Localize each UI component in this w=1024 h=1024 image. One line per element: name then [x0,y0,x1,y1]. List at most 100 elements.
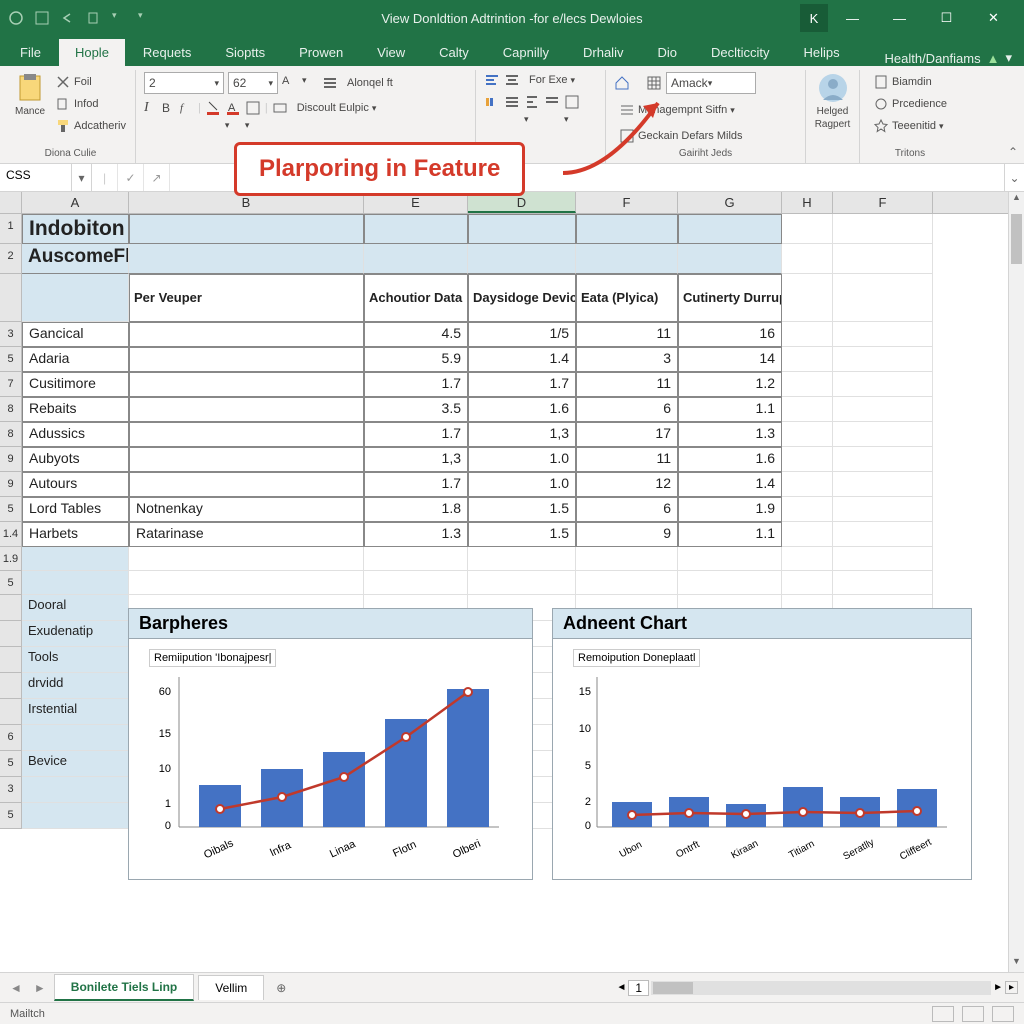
font-name-select[interactable]: 2▾ [144,72,224,94]
view-break-icon[interactable] [992,1006,1014,1022]
decrease-font-icon[interactable]: ▾ [302,75,318,91]
underline-icon[interactable]: f [180,102,194,114]
cell[interactable] [129,244,364,274]
font-size-select[interactable]: 62▾ [228,72,278,94]
cell[interactable] [129,472,364,497]
cell[interactable] [833,547,933,571]
qa-dropdown-icon[interactable]: ▾ [112,10,128,26]
cell[interactable] [364,571,468,595]
cell[interactable] [833,422,933,447]
tab-sioptts[interactable]: Sioptts [209,39,281,66]
infod-button[interactable]: Infod [50,94,131,114]
cell[interactable]: 6 [576,397,678,422]
minimize-icon[interactable]: — [830,4,875,32]
cell[interactable] [833,274,933,322]
cell[interactable]: Rebaits [22,397,129,422]
cell[interactable] [576,244,678,274]
precid-button[interactable]: Prcedience [868,94,952,114]
cell[interactable] [129,571,364,595]
cell[interactable]: Adussics [22,422,129,447]
align-icon[interactable] [322,75,338,91]
cell[interactable] [833,214,933,244]
cell[interactable]: 1.6 [468,397,576,422]
row-header[interactable] [0,621,22,647]
cell[interactable]: 1.5 [468,522,576,547]
cell[interactable]: Gancical [22,322,129,347]
cell[interactable]: Achoutior Data [364,274,468,322]
view-normal-icon[interactable] [932,1006,954,1022]
sheet-add-icon[interactable]: ⊕ [268,981,294,995]
cell[interactable]: 11 [576,447,678,472]
cell[interactable]: 9 [576,522,678,547]
col-header[interactable]: A [22,192,129,213]
fill-color-icon[interactable] [205,100,221,116]
row-header[interactable] [0,274,22,322]
row-header[interactable]: 8 [0,397,22,422]
alongel-button[interactable]: Alonqel ft [342,75,398,91]
row-header[interactable]: 9 [0,472,22,497]
cell[interactable] [129,372,364,397]
forexe-button[interactable]: For Exe [524,72,580,88]
cell[interactable] [129,447,364,472]
cell[interactable]: 1,3 [364,447,468,472]
tab-declticcity[interactable]: Declticcity [695,39,786,66]
cell[interactable] [678,214,782,244]
cell[interactable] [468,244,576,274]
cell[interactable]: Cusitimore [22,372,129,397]
horizontal-scrollbar[interactable]: ◄ 1 ► ▸ [616,980,1018,996]
cell[interactable]: 3 [576,347,678,372]
cell[interactable] [782,244,833,274]
teesntd-button[interactable]: Teeenitid [868,116,949,136]
row-header[interactable]: 1.9 [0,547,22,571]
cell[interactable]: Eata (Plyica) [576,274,678,322]
fx-icon[interactable]: ↗ [144,164,170,191]
tab-calty[interactable]: Calty [423,39,485,66]
cell[interactable]: 1,3 [468,422,576,447]
select-all-corner[interactable] [0,192,22,213]
cell[interactable] [22,777,129,803]
cell[interactable]: 4.5 [364,322,468,347]
hscroll-left-icon[interactable]: ◄ [616,982,626,993]
cell[interactable] [782,497,833,522]
discount-button[interactable]: Discoult Eulpic [292,100,382,116]
row-header[interactable]: 9 [0,447,22,472]
maximize-icon[interactable]: ☐ [924,4,969,32]
vertical-scrollbar[interactable]: ▲ ▼ [1008,192,1024,972]
cell[interactable]: Exudenatip [22,621,129,647]
cell[interactable]: 1.4 [468,347,576,372]
cell[interactable]: 1.9 [678,497,782,522]
cell[interactable]: 1.1 [678,397,782,422]
tab-file[interactable]: File [4,39,57,66]
biamdn-button[interactable]: Biamdin [868,72,937,92]
cell[interactable] [364,214,468,244]
cell[interactable]: 1.2 [678,372,782,397]
cell[interactable]: 17 [576,422,678,447]
row-header[interactable]: 1.4 [0,522,22,547]
align-mid-icon[interactable] [504,72,520,88]
qa-dropdown2-icon[interactable]: ▾ [138,10,154,26]
cell[interactable]: 1.1 [678,522,782,547]
foil-button[interactable]: Foil [50,72,131,92]
autosave-icon[interactable] [8,10,24,26]
cell[interactable]: Aubyots [22,447,129,472]
chevron-down-icon[interactable]: ▾ [1005,50,1012,66]
row-header[interactable]: 3 [0,777,22,803]
tab-capnilly[interactable]: Capnilly [487,39,565,66]
merge-icon[interactable] [272,100,288,116]
cell[interactable]: 1.0 [468,447,576,472]
cancel-formula-icon[interactable]: | [92,164,118,191]
cell[interactable]: Irstential [22,699,129,725]
redo-icon[interactable] [86,10,102,26]
cell[interactable] [576,547,678,571]
cell[interactable]: 1.8 [364,497,468,522]
tab-home[interactable]: Hople [59,39,125,66]
cell[interactable]: 1.7 [364,472,468,497]
cell[interactable] [129,214,364,244]
adcath-button[interactable]: Adcatheriv [50,116,131,136]
cell[interactable]: Bevice [22,751,129,777]
cell[interactable]: 3.5 [364,397,468,422]
cell[interactable] [833,372,933,397]
cell[interactable]: 16 [678,322,782,347]
italic-icon[interactable]: B [162,101,176,115]
cell[interactable] [22,547,129,571]
